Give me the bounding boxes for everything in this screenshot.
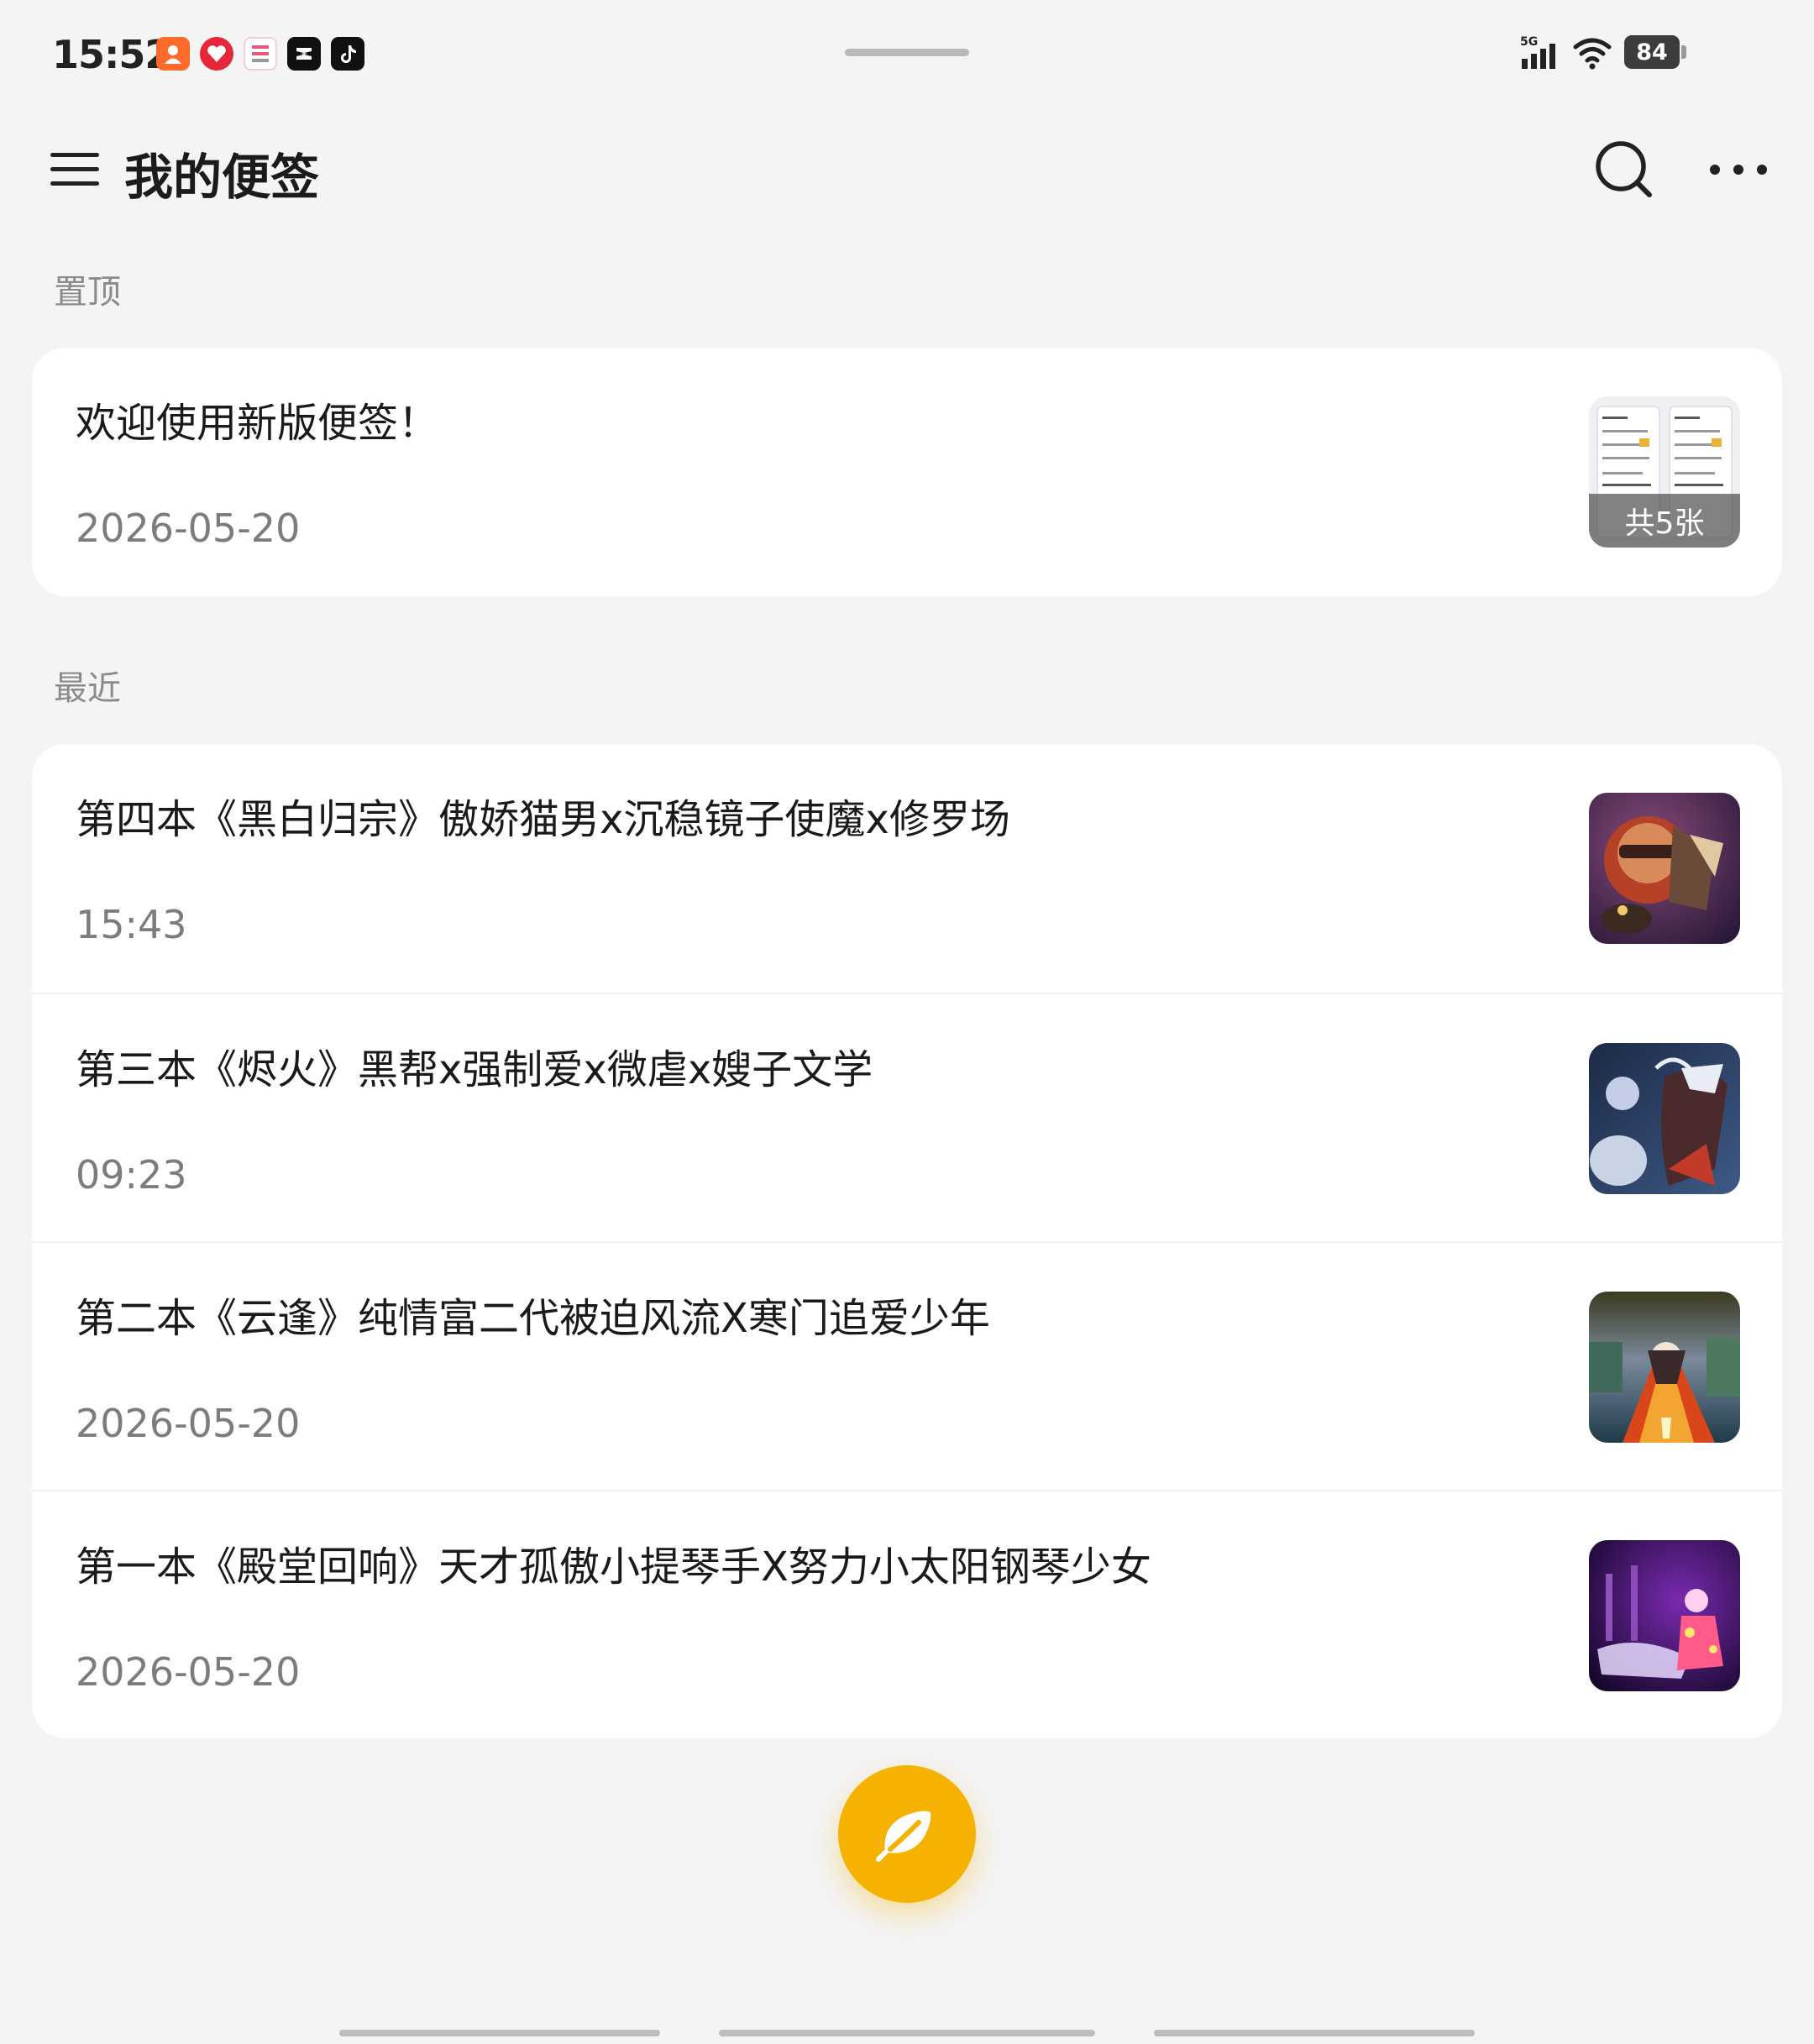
window-handle-right[interactable] (1154, 2030, 1475, 2036)
tiktok-icon (331, 37, 364, 71)
note-thumbnail (1589, 1043, 1740, 1194)
note-date: 15:43 (76, 902, 187, 947)
menu-button[interactable] (49, 143, 102, 197)
battery-icon: 84 (1624, 35, 1686, 69)
note-title: 第二本《云逢》纯情富二代被迫风流X寒门追爱少年 (76, 1295, 990, 1342)
recent-notes-card: 第四本《黑白归宗》傲娇猫男x沉稳镜子使魔x修罗场 15:43 第三本《烬火》黑帮… (32, 744, 1782, 1738)
note-date: 2026-05-20 (76, 1401, 301, 1446)
notification-icons (156, 37, 364, 71)
game-scene-image (1589, 1043, 1740, 1194)
note-title: 第一本《殿堂回响》天才孤傲小提琴手X努力小太阳钢琴少女 (76, 1543, 1151, 1591)
hamburger-menu-icon (50, 153, 99, 186)
app-bar: 我的便签 (0, 126, 1814, 218)
signal-label: 5G (1520, 35, 1538, 49)
note-date: 09:23 (76, 1152, 187, 1198)
app-icon-pink-text (244, 37, 277, 71)
wifi-icon (1573, 38, 1612, 70)
note-item-pinned-welcome[interactable]: 欢迎使用新版便签！ 2026-05-20 共5张 (32, 348, 1782, 596)
app-icon-orange (156, 37, 190, 71)
new-note-button[interactable] (838, 1765, 976, 1903)
game-scene-image (1589, 1540, 1740, 1691)
window-drag-handle[interactable] (845, 49, 969, 56)
note-item[interactable]: 第四本《黑白归宗》傲娇猫男x沉稳镜子使魔x修罗场 15:43 (32, 744, 1782, 993)
more-options-button[interactable] (1707, 138, 1770, 202)
note-title: 第三本《烬火》黑帮x强制爱x微虐x嫂子文学 (76, 1046, 873, 1093)
page-title: 我的便签 (124, 149, 320, 206)
note-item[interactable]: 第一本《殿堂回响》天才孤傲小提琴手X努力小太阳钢琴少女 2026-05-20 (32, 1490, 1782, 1738)
status-time: 15:52 (52, 32, 171, 77)
search-button[interactable] (1592, 138, 1656, 202)
more-dots-icon (1710, 165, 1767, 175)
status-bar: 15:52 5G 84 (0, 0, 1814, 109)
note-title: 欢迎使用新版便签！ (76, 400, 439, 447)
note-thumbnail (1589, 793, 1740, 944)
section-label-pinned: 置顶 (54, 273, 121, 312)
capcut-icon (287, 37, 321, 71)
battery-level: 84 (1636, 39, 1668, 66)
system-icons: 5G 84 (1520, 34, 1686, 71)
game-scene-image (1589, 793, 1740, 944)
note-item[interactable]: 第三本《烬火》黑帮x强制爱x微虐x嫂子文学 09:23 (32, 993, 1782, 1241)
note-date: 2026-05-20 (76, 1649, 301, 1695)
note-title: 第四本《黑白归宗》傲娇猫男x沉稳镜子使魔x修罗场 (76, 796, 1010, 843)
search-icon (1596, 141, 1652, 197)
cellular-signal-icon: 5G (1520, 35, 1555, 69)
window-handle-center[interactable] (719, 2030, 1095, 2036)
note-thumbnail-gallery: 共5张 (1589, 396, 1740, 548)
image-count-badge: 共5张 (1589, 494, 1740, 548)
game-scene-image (1589, 1292, 1740, 1443)
app-icon-red (200, 37, 233, 71)
note-item[interactable]: 第二本《云逢》纯情富二代被迫风流X寒门追爱少年 2026-05-20 (32, 1241, 1782, 1490)
feather-pen-icon (876, 1811, 931, 1862)
pinned-notes-card: 欢迎使用新版便签！ 2026-05-20 共5张 (32, 348, 1782, 596)
section-label-recent: 最近 (54, 669, 121, 708)
note-thumbnail (1589, 1540, 1740, 1691)
note-thumbnail (1589, 1292, 1740, 1443)
note-date: 2026-05-20 (76, 506, 301, 551)
window-handle-left[interactable] (339, 2030, 660, 2036)
